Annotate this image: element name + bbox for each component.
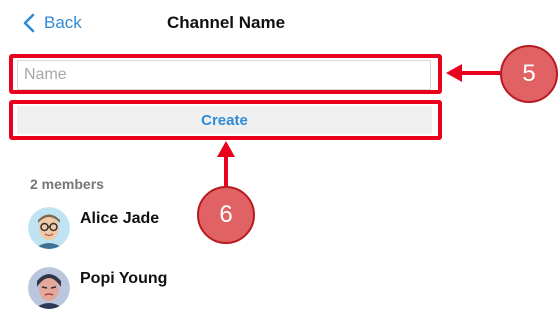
callout-5: 5 [500, 45, 558, 103]
members-count: 2 members [30, 176, 104, 192]
arrow-to-name-field [446, 64, 500, 82]
avatar-glasses-man-icon [28, 207, 70, 249]
callout-6: 6 [197, 186, 255, 244]
callout-5-number: 5 [522, 60, 536, 87]
member-row[interactable]: Popi Young [28, 266, 167, 310]
arrow-to-create-button [217, 141, 235, 186]
member-name: Alice Jade [80, 210, 160, 227]
member-row[interactable]: Alice Jade [28, 206, 159, 250]
member-name: Popi Young [80, 270, 168, 287]
callout-6-number: 6 [219, 201, 233, 228]
avatar-woman-icon [28, 267, 70, 309]
